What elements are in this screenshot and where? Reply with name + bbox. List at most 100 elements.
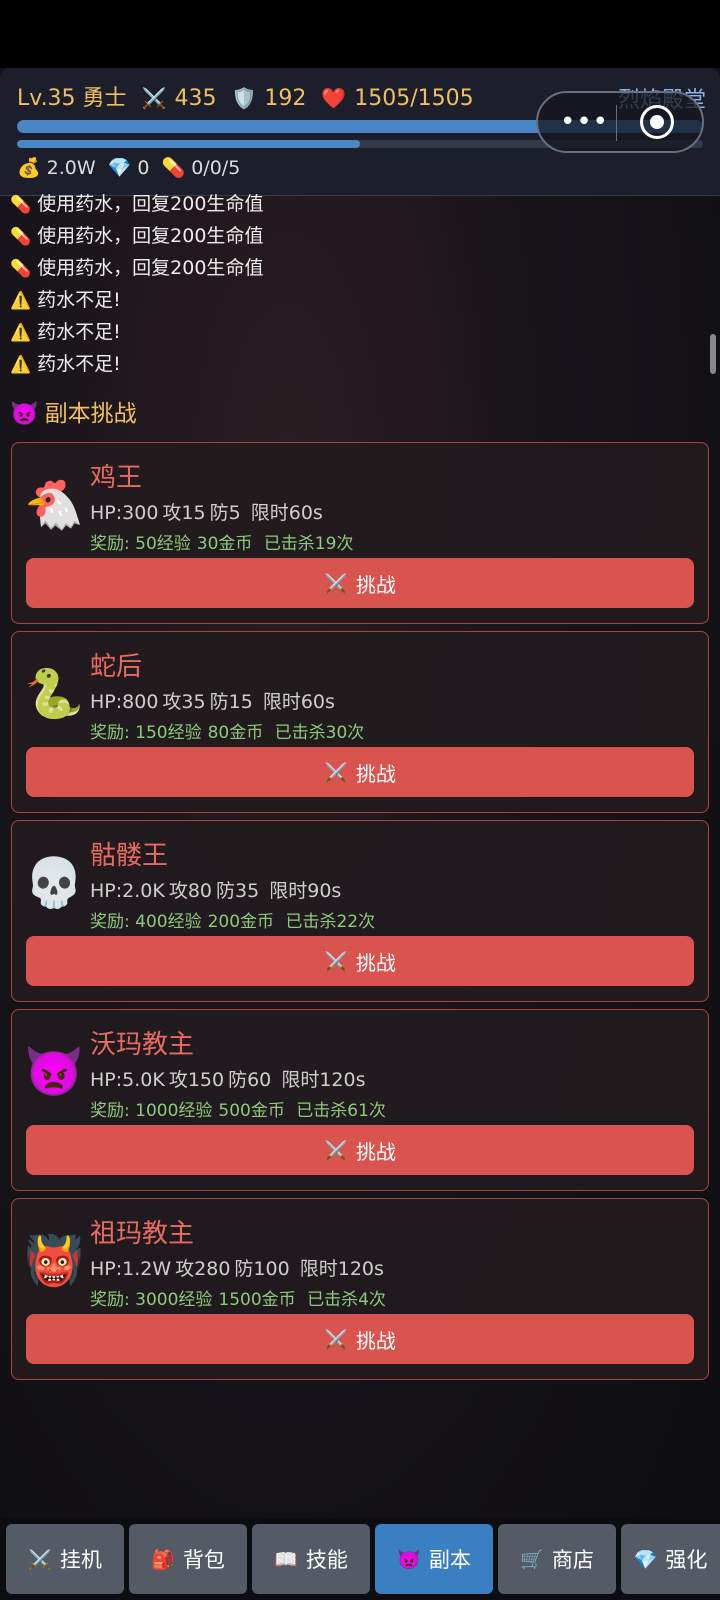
player-level: Lv.35 勇士: [17, 86, 127, 111]
log-text: 药水不足!: [37, 321, 121, 343]
boss-defense: 防100: [234, 1258, 290, 1280]
warning-icon: ⚠️: [10, 323, 32, 343]
boss-attack: 攻35: [162, 691, 206, 713]
challenge-label: 挑战: [355, 1328, 396, 1353]
boss-attack: 攻80: [168, 880, 213, 902]
kill-count: 已击杀61次: [296, 1101, 386, 1121]
challenge-button[interactable]: ⚔️ 挑战: [26, 1125, 694, 1175]
crossed-swords-icon: ⚔️: [28, 1548, 52, 1571]
boss-hp: HP:2.0K: [90, 880, 165, 902]
challenge-label: 挑战: [355, 572, 396, 597]
dungeon-reward: 奖励: 50经验 30金币 已击杀19次: [90, 529, 359, 554]
hp-value: 1505/1505: [354, 86, 474, 111]
dungeon-stats: HP:800 攻35 防15 限时60s: [90, 687, 339, 714]
dungeon-reward: 奖励: 3000经验 1500金币 已击杀4次: [90, 1285, 392, 1310]
money-bag-icon: 💰: [17, 157, 41, 179]
warning-icon: ⚠️: [10, 355, 32, 375]
dungeon-name: 沃玛教主: [90, 1030, 195, 1060]
devil-icon: 👿: [397, 1548, 421, 1571]
reward-exp: 奖励: 150经验: [90, 723, 202, 743]
kill-count: 已击杀4次: [307, 1290, 386, 1310]
log-text: 药水不足!: [37, 289, 121, 311]
shield-icon: 🛡️: [231, 86, 257, 110]
boss-hp: HP:800: [90, 691, 159, 713]
log-scrollbar[interactable]: [710, 334, 716, 374]
dungeon-name: 蛇后: [90, 652, 143, 682]
reward-gold: 1500金币: [218, 1290, 296, 1310]
dungeon-name: 鸡王: [90, 463, 143, 493]
chicken-icon: 🐔: [24, 477, 84, 533]
log-line: 💊 使用药水，回复200生命值: [10, 252, 700, 284]
more-icon[interactable]: •••: [560, 107, 609, 137]
boss-defense: 防15: [209, 691, 253, 713]
dungeon-reward: 奖励: 400经验 200金币 已击杀22次: [90, 907, 381, 932]
dungeon-name: 骷髅王: [90, 841, 169, 871]
challenge-label: 挑战: [355, 1139, 396, 1164]
skull-icon: 💀: [24, 855, 84, 911]
gold-value: 2.0W: [46, 157, 96, 179]
dungeon-card: 👿 沃玛教主 HP:5.0K 攻150 防60 限时120s 奖励: 1000经验 5…: [11, 1009, 709, 1191]
boss-hp: HP:1.2W: [90, 1258, 172, 1280]
kill-count: 已击杀30次: [274, 723, 365, 743]
log-line: ⚠️ 药水不足!: [10, 348, 700, 380]
warning-icon: ⚠️: [10, 291, 32, 311]
pill-icon: 💊: [10, 195, 32, 215]
tab-dungeon[interactable]: 👿 副本: [375, 1524, 493, 1594]
tab-skills[interactable]: 📖 技能: [252, 1524, 370, 1594]
tab-label: 商店: [551, 1548, 594, 1572]
crossed-swords-icon: ⚔️: [324, 572, 348, 595]
tab-shop[interactable]: 🛒 商店: [498, 1524, 616, 1594]
gem-icon: 💎: [107, 157, 132, 179]
boss-defense: 防35: [216, 880, 260, 902]
dungeon-stats: HP:2.0K 攻80 防35 限时90s: [90, 876, 345, 903]
time-limit: 限时60s: [250, 502, 323, 524]
boss-attack: 攻150: [168, 1069, 225, 1091]
dungeon-stats: HP:1.2W 攻280 防100 限时120s: [90, 1254, 388, 1281]
status-bar-area: [0, 0, 720, 68]
time-limit: 限时90s: [269, 880, 342, 902]
boss-hp: HP:5.0K: [90, 1069, 165, 1091]
log-text: 使用药水，回复200生命值: [37, 257, 264, 279]
devil-icon: 👿: [24, 1044, 84, 1100]
tab-idle[interactable]: ⚔️ 挂机: [6, 1524, 124, 1594]
kill-count: 已击杀22次: [285, 912, 376, 932]
tab-label: 背包: [182, 1548, 225, 1572]
log-line: ⚠️ 药水不足!: [10, 316, 700, 348]
reward-gold: 80金币: [207, 723, 264, 743]
challenge-button[interactable]: ⚔️ 挑战: [26, 936, 694, 986]
log-line: 💊 使用药水，回复200生命值: [10, 220, 700, 252]
boss-defense: 防5: [209, 502, 241, 524]
kill-count: 已击杀19次: [263, 534, 354, 554]
reward-gold: 30金币: [196, 534, 253, 554]
challenge-button[interactable]: ⚔️ 挑战: [26, 558, 694, 608]
boss-hp: HP:300: [90, 502, 159, 524]
resources: 💰 2.0W 💎 0 💊 0/0/5: [17, 156, 246, 179]
crossed-swords-icon: ⚔️: [141, 86, 167, 110]
miniprogram-capsule[interactable]: •••: [536, 91, 704, 153]
battle-log[interactable]: 💊 使用药水，回复200生命值 💊 使用药水，回复200生命值 💊 使用药水，回复20…: [10, 188, 700, 380]
backpack-icon: 🎒: [151, 1548, 175, 1571]
tab-label: 技能: [305, 1548, 348, 1572]
snake-icon: 🐍: [24, 666, 84, 722]
devil-icon: 👿: [10, 401, 39, 427]
boss-attack: 攻280: [175, 1258, 231, 1280]
diamond-value: 0: [137, 157, 150, 179]
crossed-swords-icon: ⚔️: [324, 1328, 348, 1351]
dungeon-name: 祖玛教主: [90, 1219, 195, 1249]
crossed-swords-icon: ⚔️: [324, 761, 348, 784]
reward-exp: 奖励: 1000经验: [90, 1101, 213, 1121]
player-stats: Lv.35 勇士 ⚔️ 435 🛡️ 192 ❤️ 1505/1505: [17, 80, 482, 112]
close-icon[interactable]: [640, 105, 674, 139]
tab-bag[interactable]: 🎒 背包: [129, 1524, 247, 1594]
challenge-button[interactable]: ⚔️ 挑战: [26, 1314, 694, 1364]
dungeon-stats: HP:5.0K 攻150 防60 限时120s: [90, 1065, 370, 1092]
tab-enhance[interactable]: 💎 强化: [621, 1524, 720, 1594]
log-text: 使用药水，回复200生命值: [37, 225, 264, 247]
log-text: 药水不足!: [37, 353, 121, 375]
pill-icon: 💊: [10, 227, 32, 247]
dungeon-card: 🐔 鸡王 HP:300 攻15 防5 限时60s 奖励: 50经验 30金币 已击杀1…: [11, 442, 709, 624]
challenge-button[interactable]: ⚔️ 挑战: [26, 747, 694, 797]
book-icon: 📖: [274, 1548, 298, 1571]
exp-bar-fill: [17, 140, 360, 148]
gem-icon: 💎: [633, 1548, 658, 1571]
